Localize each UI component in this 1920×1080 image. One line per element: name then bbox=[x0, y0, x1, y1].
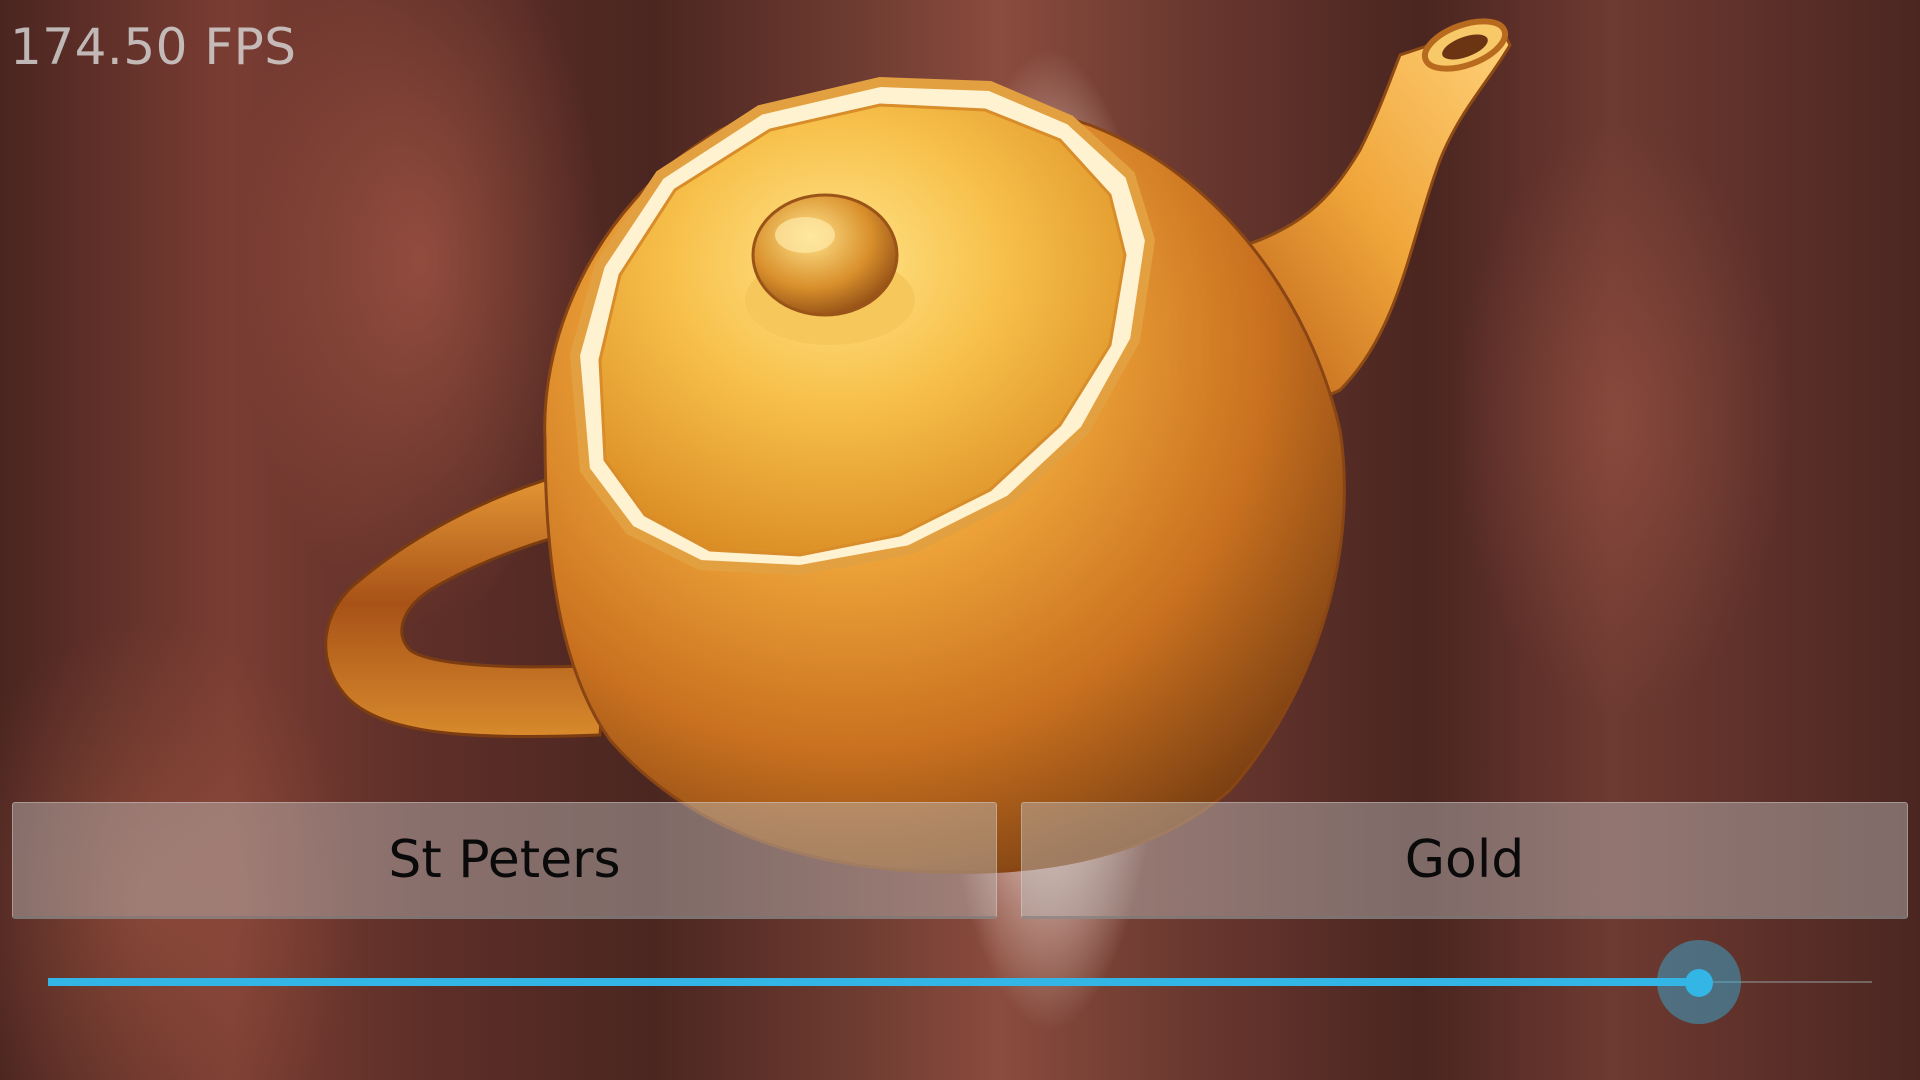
slider-thumb[interactable] bbox=[1685, 969, 1713, 997]
slider-progress bbox=[48, 978, 1699, 986]
fps-counter: 174.50 FPS bbox=[10, 18, 297, 76]
material-button[interactable]: Gold bbox=[1021, 802, 1908, 919]
teapot-knob bbox=[751, 193, 899, 317]
render-viewport[interactable]: 174.50 FPS St Peters Gold bbox=[0, 0, 1920, 1080]
cubemap-button[interactable]: St Peters bbox=[12, 802, 997, 919]
roughness-slider[interactable] bbox=[48, 940, 1872, 1024]
material-button-label: Gold bbox=[1404, 829, 1525, 890]
cubemap-button-label: St Peters bbox=[388, 829, 621, 890]
